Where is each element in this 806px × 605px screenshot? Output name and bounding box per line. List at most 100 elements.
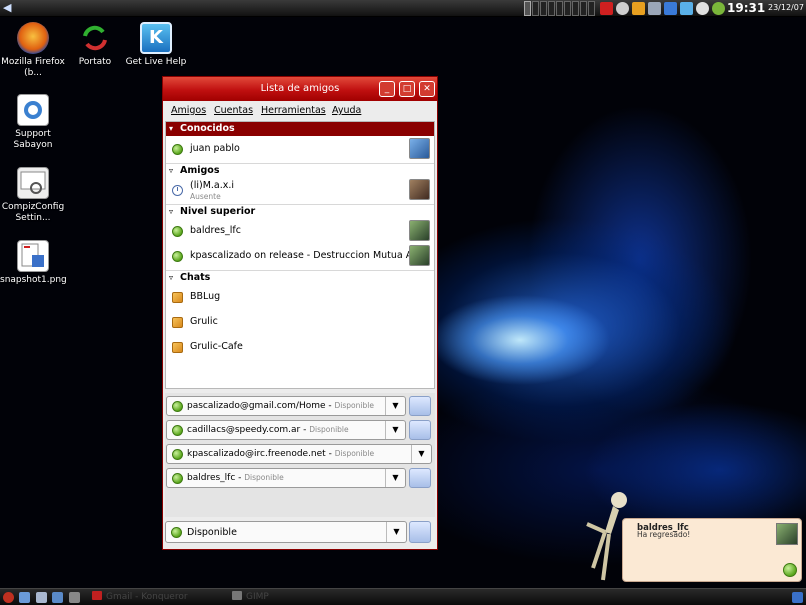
desktop-5[interactable] [556, 1, 563, 16]
notification-message: Ha regresado! [637, 530, 691, 539]
top-panel: ◀ 19:31 23/12/07 [0, 0, 806, 17]
minimize-button[interactable]: _ [379, 81, 395, 97]
buddy-row[interactable]: kpascalizado on release - Destruccion Mu… [166, 244, 434, 269]
buddy-avatar [409, 138, 430, 159]
desktop-3[interactable] [540, 1, 547, 16]
buddy-row[interactable]: (li)M.a.x.i Ausente [166, 178, 434, 203]
chat-room-icon [172, 317, 183, 328]
account-status: Disponible [334, 449, 375, 458]
buddy-row[interactable]: baldres_lfc [166, 219, 434, 244]
account-status-selector[interactable]: cadillacs@speedy.com.ar - Disponible ▼ [166, 420, 406, 440]
chevron-down-icon[interactable]: ▼ [386, 522, 406, 542]
k-menu-icon[interactable]: ◀ [3, 2, 15, 14]
task-label: GIMP [246, 592, 269, 602]
desktop-icon-label: snapshot1.png [0, 275, 67, 285]
account-status-panel: pascalizado@gmail.com/Home - Disponible … [165, 393, 435, 517]
bluetooth-icon[interactable] [648, 2, 661, 15]
package-manager-icon[interactable] [680, 2, 693, 15]
global-status-label: Disponible [187, 527, 237, 538]
desktop-icon-portato[interactable]: Portato [62, 22, 128, 68]
account-status-selector[interactable]: baldres_lfc - Disponible ▼ [166, 468, 406, 488]
updates-icon[interactable] [664, 2, 677, 15]
task-label: Gmail - Konqueror [106, 592, 188, 602]
task-gmail-konqueror[interactable]: Gmail - Konqueror [92, 591, 188, 602]
home-folder-icon[interactable] [36, 592, 47, 603]
account-status: Disponible [334, 401, 374, 410]
expander-icon: ▿ [169, 166, 174, 175]
buddy-icon-button[interactable] [409, 521, 431, 543]
get-live-help-icon: K [140, 22, 172, 54]
away-status-icon [172, 185, 183, 196]
virtual-desktop-pager[interactable] [524, 1, 595, 16]
account-status-selector[interactable]: pascalizado@gmail.com/Home - Disponible … [166, 396, 406, 416]
chat-room-icon [172, 342, 183, 353]
chevron-down-icon[interactable]: ▼ [385, 397, 405, 415]
group-chats[interactable]: ▿ Chats [166, 270, 434, 284]
menu-cuentas[interactable]: Cuentas [214, 105, 253, 116]
chevron-down-icon[interactable]: ▼ [385, 421, 405, 439]
desktop-4[interactable] [548, 1, 555, 16]
menu-amigos[interactable]: Amigos [171, 105, 206, 116]
desktop-icon-support-sabayon[interactable]: Support Sabayon [0, 94, 66, 151]
chat-row[interactable]: Grulic-Cafe [166, 335, 434, 360]
chat-room-icon [172, 292, 183, 303]
clock[interactable]: 19:31 [727, 1, 765, 15]
buddy-notification[interactable]: baldres_lfc Ha regresado! [622, 518, 802, 582]
desktop-2[interactable] [532, 1, 539, 16]
notification-avatar [776, 523, 798, 545]
terminal-icon[interactable] [69, 592, 80, 603]
gmail-icon [92, 591, 102, 600]
logout-icon[interactable] [3, 592, 14, 603]
desktop-1[interactable] [524, 1, 531, 16]
desktop-icon-compizconfig[interactable]: CompizConfig Settin... [0, 167, 66, 224]
buddy-name: baldres_lfc [190, 225, 241, 236]
group-conocidos[interactable]: ▾ Conocidos [166, 122, 434, 136]
available-status-icon [783, 563, 797, 577]
task-gimp[interactable]: GIMP [232, 591, 269, 602]
chat-name: Grulic [190, 316, 218, 327]
account-status-selector[interactable]: kpascalizado@irc.freenode.net - Disponib… [166, 444, 432, 464]
account-name: kpascalizado@irc.freenode.net [187, 449, 326, 459]
group-amigos[interactable]: ▿ Amigos [166, 163, 434, 177]
expander-icon: ▿ [169, 273, 174, 282]
account-icon-button[interactable] [409, 396, 431, 416]
klipper-taskbar-icon[interactable] [792, 592, 803, 603]
desktop-icon-get-live-help[interactable]: K Get Live Help [123, 22, 189, 68]
desktop-7[interactable] [572, 1, 579, 16]
available-status-icon [172, 226, 183, 237]
menu-ayuda[interactable]: Ayuda [332, 105, 361, 116]
klipper-icon[interactable] [632, 2, 645, 15]
close-button[interactable]: ✕ [419, 81, 435, 97]
pidgin-tray-icon[interactable] [712, 2, 725, 15]
desktop-8[interactable] [580, 1, 587, 16]
chevron-down-icon[interactable]: ▼ [411, 445, 431, 463]
keyboard-layout-icon[interactable] [600, 2, 613, 15]
chat-row[interactable]: BBLug [166, 285, 434, 310]
date[interactable]: 23/12/07 [768, 3, 804, 12]
show-desktop-icon[interactable] [19, 592, 30, 603]
buddy-list: ▾ Conocidos juan pablo ▿ Amigos (li)M.a.… [165, 121, 435, 389]
window-titlebar[interactable]: Lista de amigos _ □ ✕ [163, 77, 437, 101]
available-status-icon [171, 527, 182, 538]
account-icon-button[interactable] [409, 420, 431, 440]
menu-herramientas[interactable]: Herramientas [261, 105, 326, 116]
desktop-icon-firefox[interactable]: Mozilla Firefox (b... [0, 22, 66, 79]
account-icon-button[interactable] [409, 468, 431, 488]
group-nivel-superior[interactable]: ▿ Nivel superior [166, 204, 434, 218]
firefox-icon [17, 22, 49, 54]
volume-icon[interactable] [696, 2, 709, 15]
network-icon[interactable] [616, 2, 629, 15]
konqueror-icon[interactable] [52, 592, 63, 603]
group-name: Nivel superior [180, 206, 256, 217]
maximize-button[interactable]: □ [399, 81, 415, 97]
desktop-6[interactable] [564, 1, 571, 16]
desktop-icon-label: Portato [78, 57, 112, 67]
desktop-icon-snapshot[interactable]: snapshot1.png [0, 240, 67, 286]
desktop-9[interactable] [588, 1, 595, 16]
chevron-down-icon[interactable]: ▼ [385, 469, 405, 487]
buddy-row[interactable]: juan pablo [166, 137, 434, 162]
chat-row[interactable]: Grulic [166, 310, 434, 335]
chat-name: BBLug [190, 291, 221, 302]
global-status-selector[interactable]: Disponible ▼ [165, 521, 407, 543]
account-label: baldres_lfc - Disponible [187, 473, 284, 483]
